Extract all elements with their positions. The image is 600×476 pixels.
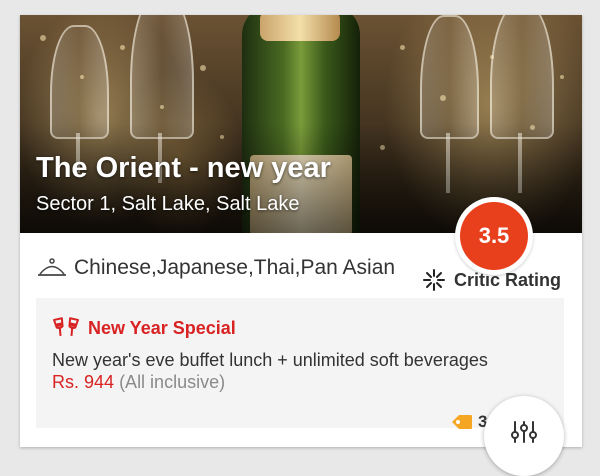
offer-price-row: Rs. 944 (All inclusive) <box>52 372 225 393</box>
starburst-icon <box>423 269 445 291</box>
offer-header: New Year Special <box>52 316 236 340</box>
cheers-icon <box>53 317 79 337</box>
offer-description: New year's eve buffet lunch + unlimited … <box>52 350 488 370</box>
filter-button[interactable] <box>484 396 564 476</box>
offer-tag-count: 3 <box>450 412 487 432</box>
offer-box[interactable]: New Year Special New year's eve buffet l… <box>36 298 564 431</box>
offer-price-note: (All inclusive) <box>119 372 226 392</box>
restaurant-card[interactable]: The Orient - new year Sector 1, Salt Lak… <box>20 15 582 447</box>
rating-value: 3.5 <box>460 202 528 270</box>
cuisine-row: Chinese,Japanese,Thai,Pan Asian <box>36 253 395 283</box>
cloche-icon <box>38 258 66 276</box>
critic-rating-label: Critic Rating <box>454 269 562 290</box>
cuisine-list: Chinese,Japanese,Thai,Pan Asian <box>74 256 396 279</box>
bottle-cap <box>260 15 340 41</box>
restaurant-name[interactable]: The Orient - new year <box>36 152 331 185</box>
rating-badge: 3.5 <box>455 197 533 275</box>
restaurant-address: Sector 1, Salt Lake, Salt Lake <box>36 193 300 215</box>
filter-sliders-icon <box>511 421 537 443</box>
offer-title: New Year Special <box>88 317 236 338</box>
tag-icon <box>452 415 472 429</box>
offer-price: Rs. 944 <box>52 372 115 392</box>
